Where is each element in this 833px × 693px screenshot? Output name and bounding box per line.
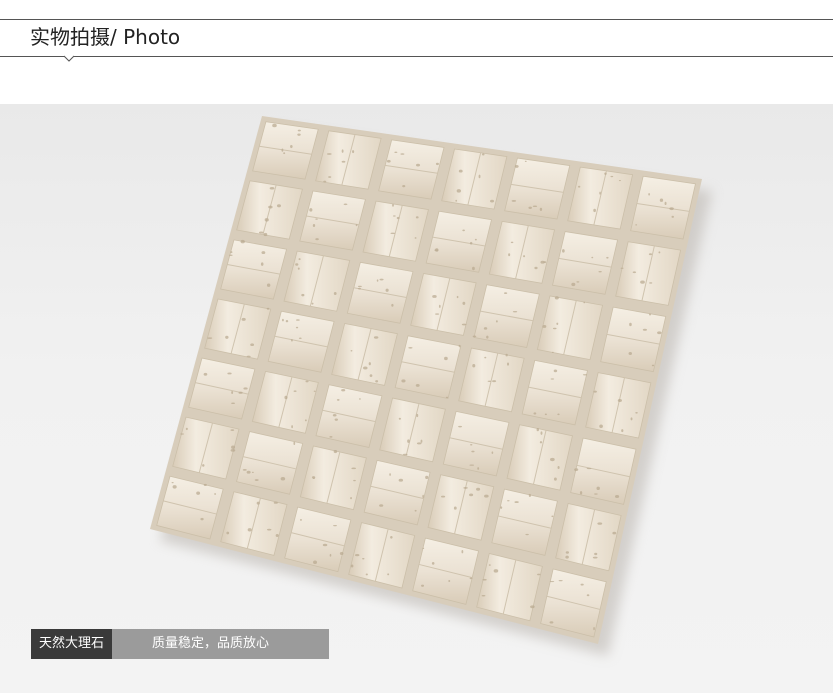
caption-bar: 天然大理石 质量稳定，品质放心 [31,629,329,659]
product-photo [0,104,833,693]
mosaic-tile [555,503,622,572]
caption-tag: 天然大理石 [31,629,113,659]
caption-text: 质量稳定，品质放心 [112,629,329,659]
header-rule-bottom [0,56,833,57]
header-rule-top [0,19,833,20]
notch-marker-icon [64,55,74,62]
mosaic-tile-image [150,116,712,656]
section-title: 实物拍摄/ Photo [30,25,181,49]
section-header: 实物拍摄/ Photo [0,0,833,104]
mosaic-tile [570,437,637,505]
